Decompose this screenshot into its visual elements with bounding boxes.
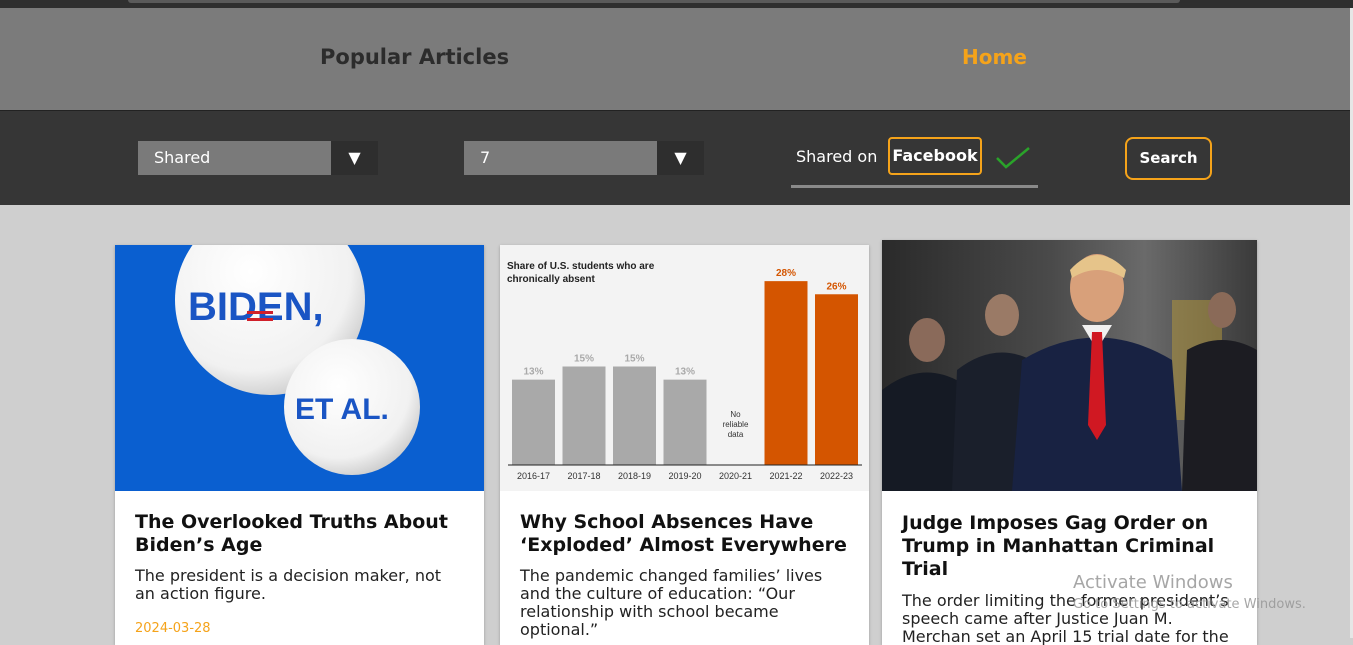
chart-bar bbox=[512, 379, 555, 465]
type-select-value: Shared bbox=[154, 148, 211, 167]
chart-data-label: 15% bbox=[624, 354, 644, 365]
filter-bar: Shared ▼ 7 ▼ Shared on Facebook Search bbox=[0, 111, 1353, 205]
shared-on-label: Shared on bbox=[796, 147, 878, 166]
article-title[interactable]: Judge Imposes Gag Order on Trump in Manh… bbox=[902, 512, 1237, 581]
address-bar-edge bbox=[128, 0, 1180, 3]
article-image-biden-buttons: BIDEN, ET AL. bbox=[115, 245, 484, 491]
chart-no-data-note: No bbox=[730, 410, 741, 419]
article-title[interactable]: The Overlooked Truths About Biden’s Age bbox=[135, 511, 470, 557]
chart-bar bbox=[562, 366, 606, 465]
chart-title-line1: Share of U.S. students who are bbox=[507, 261, 655, 272]
button-text-top: BIDEN, bbox=[188, 285, 324, 329]
facebook-button[interactable]: Facebook bbox=[888, 137, 982, 175]
absence-bar-chart: Share of U.S. students who are chronical… bbox=[500, 245, 869, 491]
chart-tick-label: 2017-18 bbox=[567, 471, 600, 481]
browser-top-strip bbox=[0, 0, 1353, 8]
chart-no-data-note: data bbox=[728, 430, 744, 439]
days-select[interactable]: 7 ▼ bbox=[464, 141, 704, 175]
chart-tick-label: 2020-21 bbox=[719, 471, 752, 481]
dropdown-arrow-icon[interactable]: ▼ bbox=[331, 141, 378, 175]
chart-bar bbox=[663, 379, 707, 465]
chart-title-line2: chronically absent bbox=[507, 274, 595, 285]
article-title[interactable]: Why School Absences Have ‘Exploded’ Almo… bbox=[520, 511, 855, 557]
article-image-chart: Share of U.S. students who are chronical… bbox=[500, 245, 869, 491]
home-link[interactable]: Home bbox=[962, 45, 1027, 69]
article-image-courthouse bbox=[882, 240, 1257, 491]
windows-activation-hint: Go to Settings to activate Windows. bbox=[1073, 597, 1306, 612]
chart-data-label: 26% bbox=[826, 281, 846, 292]
chart-data-label: 28% bbox=[776, 268, 796, 279]
chart-tick-label: 2019-20 bbox=[668, 471, 701, 481]
site-header: Popular Articles Home bbox=[0, 8, 1353, 111]
days-select-value: 7 bbox=[480, 148, 491, 167]
page-title: Popular Articles bbox=[320, 45, 510, 69]
article-card[interactable]: BIDEN, ET AL. The Overlooked Truths Abou… bbox=[115, 245, 484, 645]
search-button[interactable]: Search bbox=[1125, 137, 1212, 180]
windows-activation-watermark: Activate Windows bbox=[1073, 572, 1233, 593]
shared-on-group: Shared on Facebook bbox=[791, 136, 1038, 188]
article-card[interactable]: Share of U.S. students who are chronical… bbox=[500, 245, 869, 645]
button-text-bottom: ET AL. bbox=[295, 393, 389, 426]
checkmark-icon bbox=[996, 147, 1030, 169]
article-date: 2024-03-28 bbox=[135, 621, 211, 636]
chart-data-label: 13% bbox=[675, 367, 695, 378]
chart-data-label: 13% bbox=[523, 367, 543, 378]
chart-tick-label: 2022-23 bbox=[820, 471, 853, 481]
article-abstract: The pandemic changed families’ lives and… bbox=[520, 566, 823, 639]
chart-tick-label: 2016-17 bbox=[517, 471, 550, 481]
chart-bar bbox=[764, 281, 808, 465]
chart-no-data-note: reliable bbox=[723, 420, 749, 429]
chart-bar bbox=[815, 294, 858, 465]
article-abstract: The president is a decision maker, not a… bbox=[135, 566, 442, 603]
type-select[interactable]: Shared ▼ bbox=[138, 141, 378, 175]
chart-tick-label: 2018-19 bbox=[618, 471, 651, 481]
dropdown-arrow-icon[interactable]: ▼ bbox=[657, 141, 704, 175]
chart-data-label: 15% bbox=[574, 354, 594, 365]
chart-bar bbox=[613, 366, 656, 465]
chart-tick-label: 2021-22 bbox=[769, 471, 802, 481]
